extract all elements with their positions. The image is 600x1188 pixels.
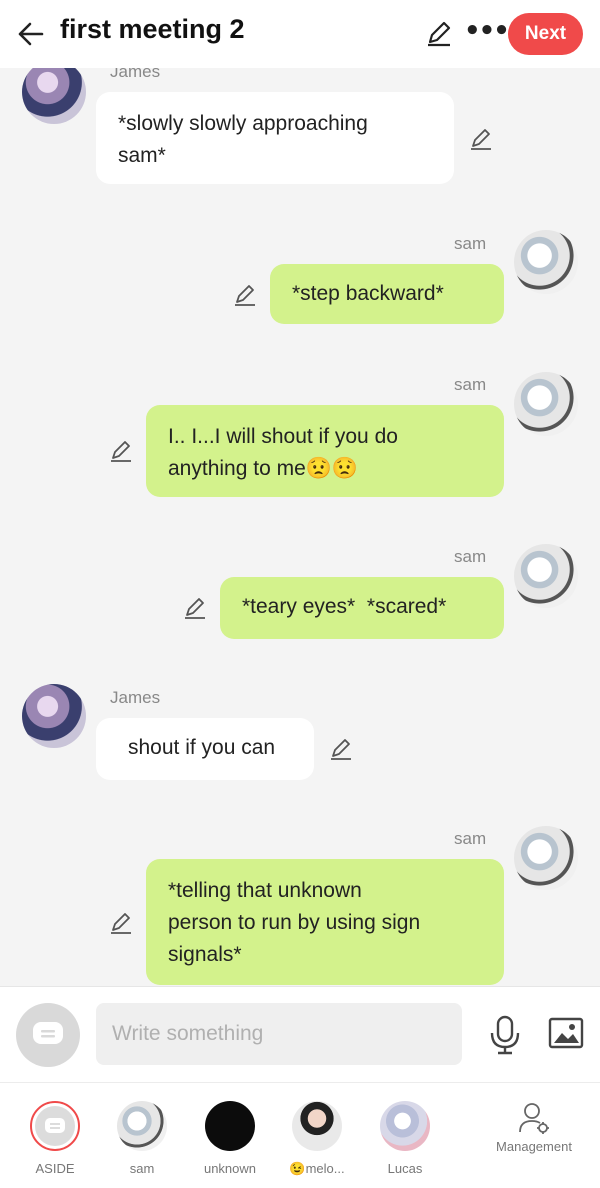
aside-toggle-button[interactable] [16, 1003, 80, 1067]
tab-sam[interactable]: sam [97, 1101, 187, 1176]
image-upload-icon[interactable] [548, 1017, 584, 1049]
message-line: *step backward* [292, 282, 444, 305]
edit-pencil-icon[interactable] [424, 18, 454, 48]
tab-label: Lucas [387, 1161, 423, 1176]
avatar [292, 1101, 342, 1151]
edit-message-icon[interactable] [328, 736, 354, 762]
header-bar: first meeting 2 ••• Next [0, 0, 600, 68]
bottom-character-bar: ASIDE sam unknown 😉melo... Lucas Managem… [0, 1082, 600, 1188]
sender-name: sam [454, 829, 487, 848]
tab-melo[interactable]: 😉melo... [272, 1101, 362, 1177]
avatar [205, 1101, 255, 1151]
chat-bubble-icon [33, 1022, 63, 1044]
edit-message-icon[interactable] [108, 910, 134, 936]
tab-unknown[interactable]: unknown [185, 1101, 275, 1176]
message-input[interactable] [96, 1003, 462, 1065]
message-bubble[interactable]: *teary eyes* *scared* [220, 577, 504, 639]
sam-avatar[interactable] [514, 230, 578, 294]
tab-label: ASIDE [35, 1161, 75, 1176]
management-icon [509, 1101, 559, 1137]
message-line: *slowly slowly approaching [118, 112, 368, 135]
more-options-icon[interactable]: ••• [464, 16, 510, 46]
message-bubble[interactable]: I.. I...I will shout if you do anything … [146, 405, 504, 497]
message-line: *telling that unknown [168, 879, 362, 902]
edit-message-icon[interactable] [232, 282, 258, 308]
sender-name: sam [454, 547, 487, 566]
sam-avatar[interactable] [514, 826, 578, 890]
message-bubble[interactable]: *telling that unknown person to run by u… [146, 859, 504, 985]
sender-name: sam [454, 375, 487, 394]
aside-icon [30, 1101, 80, 1151]
message-line: signals* [168, 943, 242, 966]
page-title: first meeting 2 [60, 14, 245, 44]
chat-area: James *slowly slowly approaching sam* sa… [0, 68, 600, 986]
tab-lucas[interactable]: Lucas [360, 1101, 450, 1176]
tab-label: 😉melo... [289, 1161, 345, 1176]
back-arrow-icon[interactable] [14, 18, 46, 50]
next-button[interactable]: Next [508, 13, 583, 55]
message-line: person to run by using sign [168, 911, 421, 934]
james-avatar[interactable] [22, 684, 86, 748]
sam-avatar[interactable] [514, 544, 578, 608]
message-line: anything to me😟😟 [168, 457, 359, 480]
tab-management[interactable]: Management [488, 1101, 580, 1154]
edit-message-icon[interactable] [182, 595, 208, 621]
sender-name: James [110, 68, 161, 81]
sam-avatar[interactable] [514, 372, 578, 436]
avatar [117, 1101, 167, 1151]
message-line: I.. I...I will shout if you do [168, 425, 398, 448]
avatar [380, 1101, 430, 1151]
tab-label: Management [496, 1139, 572, 1154]
message-bubble[interactable]: *step backward* [270, 264, 504, 324]
message-bubble[interactable]: shout if you can [96, 718, 314, 780]
microphone-icon[interactable] [488, 1015, 522, 1055]
edit-message-icon[interactable] [108, 438, 134, 464]
sender-name: James [110, 688, 161, 707]
message-line: shout if you can [128, 736, 276, 759]
message-line: *teary eyes* *scared* [242, 595, 447, 618]
tab-label: sam [129, 1161, 155, 1176]
tab-aside[interactable]: ASIDE [10, 1101, 100, 1176]
james-avatar[interactable] [22, 68, 86, 124]
edit-message-icon[interactable] [468, 126, 494, 152]
message-input-bar [0, 986, 600, 1082]
sender-name: sam [454, 234, 487, 253]
message-line: sam* [118, 144, 166, 167]
message-bubble[interactable]: *slowly slowly approaching sam* [96, 92, 454, 184]
tab-label: unknown [203, 1161, 257, 1176]
